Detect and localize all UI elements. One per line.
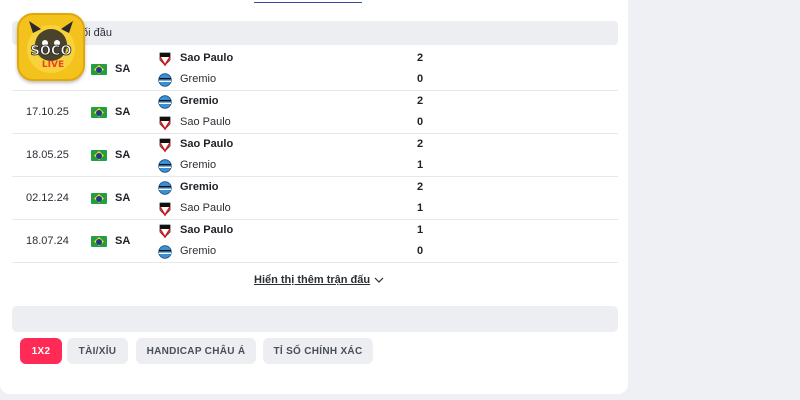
- soco-live-logo: SOCO LIVE: [17, 13, 85, 81]
- section-header: ối đầu: [12, 21, 618, 45]
- team-score: 2: [416, 181, 424, 193]
- svg-text:LIVE: LIVE: [42, 60, 64, 70]
- head-to-head-card: ối đầu SOCO LIVE SA Sao Paulo 2 Gremio 0 17.1…: [0, 0, 628, 394]
- league-code: SA: [115, 192, 131, 204]
- brazil-flag-icon: [91, 236, 107, 247]
- show-more-matches-link[interactable]: Hiển thị thêm trận đấu: [254, 274, 384, 286]
- team-score: 1: [416, 159, 424, 171]
- home-team[interactable]: Sao Paulo 1: [158, 221, 438, 239]
- team-score: 0: [416, 73, 424, 85]
- tab-1x2[interactable]: 1X2: [20, 338, 62, 364]
- gremio-crest-icon: [158, 159, 172, 173]
- league-code: SA: [115, 63, 131, 75]
- brazil-flag-icon: [91, 193, 107, 204]
- home-team[interactable]: Gremio 2: [158, 178, 438, 196]
- soco-live-logo-image: SOCO LIVE: [27, 21, 75, 73]
- tab-t-i-x-u[interactable]: TÀI/XỈU: [67, 338, 128, 364]
- brazil-flag-icon: [91, 107, 107, 118]
- brazil-flag-icon: [91, 150, 107, 161]
- tab-handicap-ch-u-[interactable]: HANDICAP CHÂU Á: [136, 338, 256, 364]
- away-team[interactable]: Gremio 0: [158, 70, 438, 88]
- away-team[interactable]: Gremio 1: [158, 156, 438, 174]
- match-row[interactable]: SA Sao Paulo 2 Gremio 0: [12, 48, 618, 91]
- league-code: SA: [115, 149, 131, 161]
- team-score: 1: [416, 224, 424, 236]
- gremio-crest-icon: [158, 181, 172, 195]
- svg-text:SOCO: SOCO: [30, 44, 71, 59]
- sao-paulo-crest-icon: [159, 116, 171, 130]
- sao-paulo-crest-icon: [159, 202, 171, 216]
- away-team[interactable]: Sao Paulo 1: [158, 199, 438, 217]
- match-date: 18.07.24: [26, 235, 69, 247]
- team-score: 1: [416, 202, 424, 214]
- league-code: SA: [115, 235, 131, 247]
- team-name: Gremio: [180, 159, 217, 171]
- team-name: Sao Paulo: [180, 224, 234, 236]
- away-team[interactable]: Gremio 0: [158, 242, 438, 260]
- section-title: ối đầu: [82, 27, 112, 39]
- home-team[interactable]: Sao Paulo 2: [158, 135, 438, 153]
- match-row[interactable]: 02.12.24 SA Gremio 2 Sao Paulo 1: [12, 177, 618, 220]
- team-score: 2: [416, 95, 424, 107]
- home-team[interactable]: Gremio 2: [158, 92, 438, 110]
- show-more-label: Hiển thị thêm trận đấu: [254, 274, 371, 286]
- sao-paulo-crest-icon: [159, 224, 171, 238]
- brazil-flag-icon: [91, 64, 107, 75]
- league-code: SA: [115, 106, 131, 118]
- match-row[interactable]: 17.10.25 SA Gremio 2 Sao Paulo 0: [12, 91, 618, 134]
- team-score: 2: [416, 138, 424, 150]
- home-team[interactable]: Sao Paulo 2: [158, 49, 438, 67]
- match-row[interactable]: 18.07.24 SA Sao Paulo 1 Gremio 0: [12, 220, 618, 263]
- match-row[interactable]: 18.05.25 SA Sao Paulo 2 Gremio 1: [12, 134, 618, 177]
- away-team[interactable]: Sao Paulo 0: [158, 113, 438, 131]
- match-date: 17.10.25: [26, 106, 69, 118]
- team-score: 0: [416, 245, 424, 257]
- team-name: Sao Paulo: [180, 116, 231, 128]
- sao-paulo-crest-icon: [159, 138, 171, 152]
- top-link-underline[interactable]: [254, 0, 362, 3]
- team-name: Gremio: [180, 73, 217, 85]
- team-score: 0: [416, 116, 424, 128]
- chevron-down-icon: [374, 277, 384, 283]
- odds-placeholder-bar: [12, 306, 618, 332]
- match-date: 18.05.25: [26, 149, 69, 161]
- tab-t-s-ch-nh-x-c[interactable]: TỈ SỐ CHÍNH XÁC: [263, 338, 373, 364]
- team-name: Gremio: [180, 95, 219, 107]
- sao-paulo-crest-icon: [159, 52, 171, 66]
- gremio-crest-icon: [158, 95, 172, 109]
- team-name: Gremio: [180, 181, 219, 193]
- team-score: 2: [416, 52, 424, 64]
- team-name: Sao Paulo: [180, 138, 234, 150]
- team-name: Sao Paulo: [180, 52, 234, 64]
- match-date: 02.12.24: [26, 192, 69, 204]
- team-name: Gremio: [180, 245, 217, 257]
- gremio-crest-icon: [158, 73, 172, 87]
- gremio-crest-icon: [158, 245, 172, 259]
- team-name: Sao Paulo: [180, 202, 231, 214]
